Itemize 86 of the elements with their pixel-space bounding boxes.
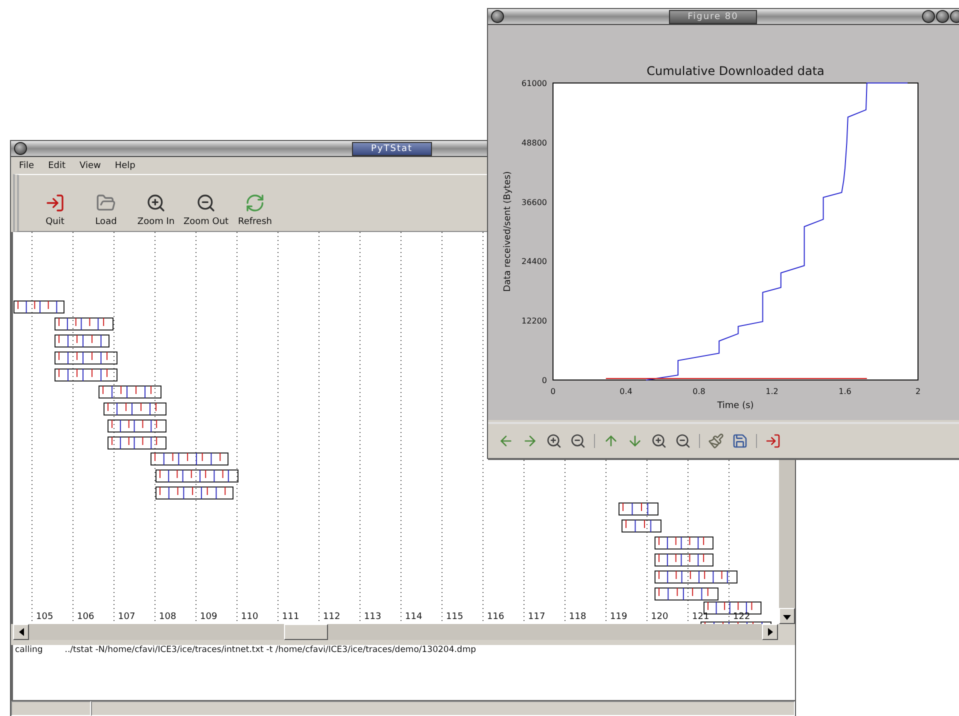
scrollbar-thumb[interactable] [284,624,328,640]
time-tick-label: 121 [692,612,710,622]
scroll-right-button[interactable] [762,624,778,640]
menu-item[interactable]: Help [114,160,136,170]
flow-bar-drawing [622,520,662,532]
x-tick-label: 0.4 [620,387,632,396]
toolbar-button[interactable]: Zoom In [131,193,181,227]
time-tick-label: 110 [241,612,260,622]
time-tick-label: 112 [323,612,342,622]
flow-bar-drawing [14,300,64,314]
brush-button[interactable] [708,433,724,449]
pan-up-button[interactable] [603,433,619,449]
flow-bar-drawing [54,368,118,382]
zoom-out-button[interactable] [570,433,586,449]
y-tick-label: 12200 [522,316,547,326]
exit-button[interactable] [765,433,781,449]
y-axis-label: Data received/sent (Bytes) [503,171,513,292]
time-tick-label: 117 [528,612,546,622]
menu-item[interactable]: Edit [48,160,66,170]
zoom-out-icon [196,193,216,213]
x-tick-label: 2 [915,387,921,396]
toolbar-button[interactable]: Quit [29,193,81,227]
window-menu-button[interactable] [14,142,27,155]
chart-title: Cumulative Downloaded data [646,64,824,78]
time-tick-label: 113 [364,612,382,622]
log-command: ../tstat -N/home/cfavi/ICE3/ice/traces/intnet.txt -t /home/cfavi/ICE3/ice/traces/demo/130204.dmp [64,645,476,655]
refresh-icon [245,193,265,213]
y-tick-label: 24400 [522,257,547,266]
flow-bar-drawing [654,588,718,600]
close-button[interactable] [950,10,959,23]
pan-down-button[interactable] [627,433,643,449]
x-tick-label: 1.2 [766,387,778,396]
save-button[interactable] [732,433,748,449]
y-tick-label: 61000 [522,79,547,88]
flow-bar-drawing [654,536,714,550]
forward-button[interactable] [522,433,538,449]
flow-bar-drawing [54,318,114,330]
flow-bar-drawing [54,334,110,348]
time-tick-label: 118 [569,612,588,622]
time-tick-label: 108 [159,612,178,622]
window-title: PyTStat [352,142,432,156]
flow-bar-drawing [104,402,166,416]
flow-bar-drawing [618,502,658,516]
toolbar-button[interactable]: Zoom Out [181,193,231,227]
flow-bar-drawing [700,622,772,624]
flow-bar-drawing [654,554,714,566]
exit-door-icon [45,193,65,213]
time-tick-label: 105 [36,612,54,622]
time-tick-label: 107 [118,612,136,622]
time-tick-label: 114 [405,612,424,622]
minimize-button[interactable] [922,10,935,23]
zoom-in-icon [146,193,166,213]
zoom-in-button[interactable] [651,433,667,449]
menu-item[interactable]: File [19,160,34,170]
toolbar-button[interactable]: Load [81,193,131,227]
scroll-down-button[interactable] [779,608,795,624]
flow-bar-drawing [108,420,166,432]
time-tick-label: 106 [77,612,96,622]
time-tick-label: 120 [651,612,670,622]
time-tick-label: 122 [733,612,752,622]
time-tick-label: 119 [610,612,628,622]
back-button[interactable] [498,433,514,449]
flow-bar-drawing [98,386,162,398]
y-tick-label: 36600 [522,198,547,207]
x-axis-label: Time (s) [717,401,754,411]
maximize-button[interactable] [936,10,949,23]
window-title: Figure 80 [668,10,758,24]
time-tick-label: 109 [200,612,218,622]
time-tick-label: 115 [446,612,464,622]
zoom-in-button[interactable] [546,433,562,449]
time-tick-label: 111 [282,612,300,622]
x-tick-label: 0 [550,387,556,396]
x-tick-label: 1.6 [838,387,852,396]
flow-bar-drawing [108,436,166,450]
y-tick-label: 48800 [522,138,547,148]
window-menu-button[interactable] [491,10,504,23]
x-tick-label: 0.8 [692,387,706,396]
scroll-left-button[interactable] [13,624,29,640]
menu-item[interactable]: View [80,160,101,170]
time-tick-label: 116 [487,612,506,622]
zoom-out-button[interactable] [675,433,691,449]
toolbar-button[interactable]: Refresh [231,193,279,227]
folder-icon [96,193,116,213]
y-tick-label: 0 [542,376,547,385]
log-label: calling [15,645,43,655]
flow-bar-drawing [54,352,118,364]
